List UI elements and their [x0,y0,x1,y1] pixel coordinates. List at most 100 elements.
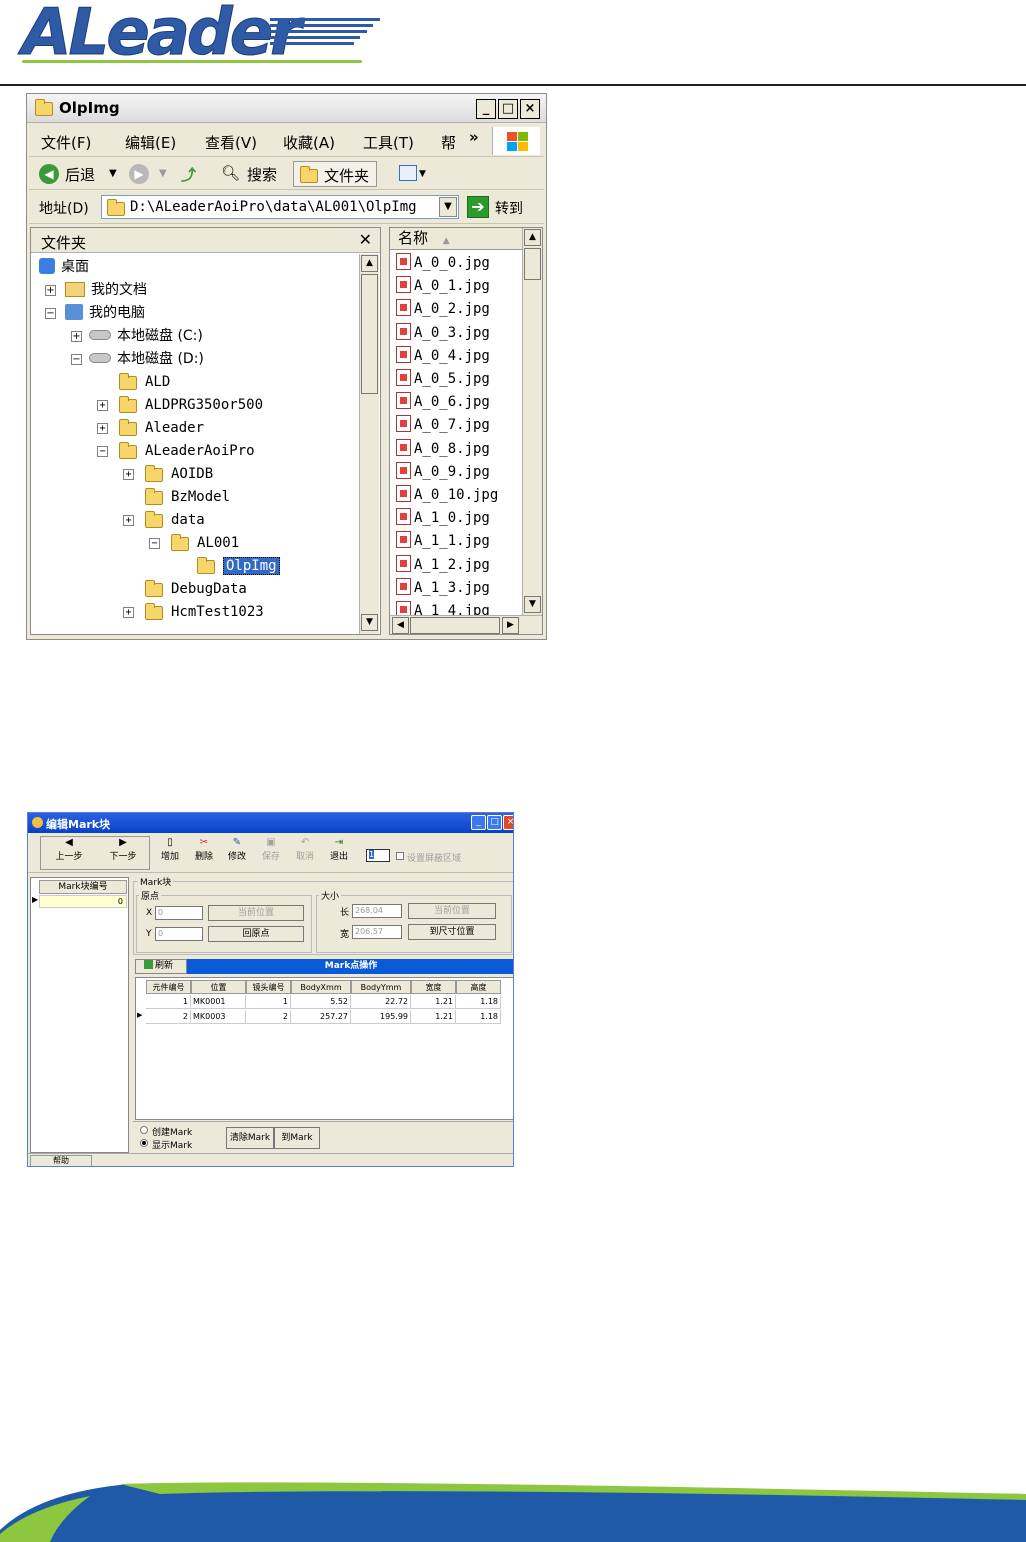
go-arrow-icon[interactable]: ➔ [467,196,489,218]
collapse-icon[interactable]: − [45,308,56,319]
grid-cell[interactable]: 2 [246,1010,291,1024]
tree-item-hcmtest[interactable]: + HcmTest1023 [123,601,264,623]
add-button[interactable]: ▯ 增加 [159,837,181,863]
size-current-position-button[interactable]: 当前位置 [408,903,496,919]
file-item[interactable]: A_0_9.jpg [396,461,490,484]
menu-tools[interactable]: 工具(T) [363,132,414,153]
length-input[interactable]: 268.04 [352,904,402,918]
mask-area-checkbox[interactable] [396,852,404,860]
grid-cell[interactable]: 1.21 [411,1010,456,1024]
scroll-thumb[interactable] [361,274,378,394]
tree-scrollbar[interactable]: ▲ ▼ [359,254,379,634]
tree-item-aoidb[interactable]: + AOIDB [123,463,213,485]
origin-current-position-button[interactable]: 当前位置 [208,905,304,921]
expand-icon[interactable]: + [123,607,134,618]
address-input[interactable]: D:\ALeaderAoiPro\data\AL001\OlpImg ▼ [101,195,459,219]
file-item[interactable]: A_0_5.jpg [396,368,490,391]
grid-cell[interactable]: 1.18 [456,995,501,1009]
go-size-position-button[interactable]: 到尺寸位置 [408,924,496,940]
grid-cell[interactable]: 1.18 [456,1010,501,1024]
clear-mark-button[interactable]: 清除Mark [226,1127,274,1149]
file-item[interactable]: A_0_1.jpg [396,275,490,298]
up-folder-icon[interactable]: ⤴ [181,164,196,185]
tree-item-debugdata[interactable]: DebugData [145,578,247,600]
tree-item-drive-c[interactable]: + 本地磁盘 (C:) [71,325,203,347]
menu-edit[interactable]: 编辑(E) [125,132,176,153]
forward-arrow-icon[interactable]: ▶ [129,164,149,184]
file-item[interactable]: A_1_0.jpg [396,507,490,530]
expand-icon[interactable]: + [123,469,134,480]
prev-step-button[interactable]: ◀ 上一步 [54,837,84,863]
name-column-header[interactable]: 名称 ▲ [390,228,522,250]
tree-item-bzmodel[interactable]: BzModel [145,486,230,508]
menu-favorites[interactable]: 收藏(A) [283,132,335,153]
back-arrow-icon[interactable]: ◀ [39,164,59,184]
tree-item-ald[interactable]: ALD [119,371,170,393]
grid-cell[interactable]: 1 [246,995,291,1009]
tree-item-drive-d[interactable]: − 本地磁盘 (D:) [71,348,204,370]
mark-block-row[interactable]: 0 [39,895,127,908]
tree-item-data[interactable]: + data [123,509,205,531]
cancel-button[interactable]: ↶ 取消 [294,837,316,863]
grid-cell[interactable]: 1 [146,995,191,1009]
goto-mark-button[interactable]: 到Mark [274,1127,320,1149]
tree-item-aleader[interactable]: + Aleader [97,417,204,439]
horizontal-scrollbar[interactable]: ◀ ▶ [390,615,542,634]
show-mark-radio[interactable] [140,1139,148,1147]
create-mark-radio[interactable] [140,1126,148,1134]
file-item[interactable]: A_0_0.jpg [396,252,490,275]
origin-y-input[interactable]: 0 [155,927,203,941]
expand-icon[interactable]: + [45,285,56,296]
tree-item-aleaderaoipro[interactable]: − ALeaderAoiPro [97,440,255,462]
file-item[interactable]: A_1_1.jpg [396,530,490,553]
file-item[interactable]: A_0_4.jpg [396,345,490,368]
minimize-button[interactable]: _ [476,99,496,119]
search-button[interactable]: 搜索 [247,164,277,185]
grid-cell[interactable]: 2 [146,1010,191,1024]
grid-cell[interactable]: MK0001 [191,995,246,1009]
go-origin-button[interactable]: 回原点 [208,926,304,942]
forward-dropdown-icon[interactable]: ▼ [159,168,167,179]
address-dropdown-icon[interactable]: ▼ [439,197,457,217]
file-item[interactable]: A_0_2.jpg [396,298,490,321]
scroll-left-icon[interactable]: ◀ [392,617,409,634]
grid-cell[interactable]: 5.52 [291,995,351,1009]
file-item[interactable]: A_1_3.jpg [396,577,490,600]
collapse-icon[interactable]: − [71,354,82,365]
file-item[interactable]: A_0_10.jpg [396,484,498,507]
scroll-right-icon[interactable]: ▶ [502,617,519,634]
grid-cell[interactable]: 257.27 [291,1010,351,1024]
maximize-button[interactable]: □ [487,815,502,830]
scroll-down-icon[interactable]: ▼ [361,614,378,631]
grid-cell[interactable]: MK0003 [191,1010,246,1024]
tree-item-olpimg[interactable]: OlpImg [197,555,280,577]
menu-more-chevron[interactable]: » [469,128,479,146]
file-item[interactable]: A_0_8.jpg [396,438,490,461]
scroll-down-icon[interactable]: ▼ [524,596,541,613]
collapse-icon[interactable]: − [149,538,160,549]
file-item[interactable]: A_0_7.jpg [396,414,490,437]
collapse-icon[interactable]: − [97,446,108,457]
save-button[interactable]: ▣ 保存 [260,837,282,863]
origin-x-input[interactable]: 0 [155,906,203,920]
file-item[interactable]: A_0_3.jpg [396,322,490,345]
next-step-button[interactable]: ▶ 下一步 [108,837,138,863]
file-item[interactable]: A_1_2.jpg [396,554,490,577]
menu-file[interactable]: 文件(F) [41,132,91,153]
expand-icon[interactable]: + [97,400,108,411]
back-dropdown-icon[interactable]: ▼ [109,168,117,179]
expand-icon[interactable]: + [71,331,82,342]
tree-item-my-computer[interactable]: − 我的电脑 [45,302,145,324]
views-icon[interactable] [399,165,417,181]
minimize-button[interactable]: _ [471,815,486,830]
grid-cell[interactable]: 195.99 [351,1010,411,1024]
scroll-up-icon[interactable]: ▲ [361,255,378,272]
scroll-up-icon[interactable]: ▲ [524,229,541,246]
file-item[interactable]: A_0_6.jpg [396,391,490,414]
close-button[interactable]: × [503,815,513,830]
expand-icon[interactable]: + [97,423,108,434]
exit-button[interactable]: ⇥ 退出 [328,837,350,863]
menu-help[interactable]: 帮 [441,132,456,153]
step-spin-input[interactable]: 1 [366,849,390,862]
h-scroll-thumb[interactable] [410,617,500,634]
